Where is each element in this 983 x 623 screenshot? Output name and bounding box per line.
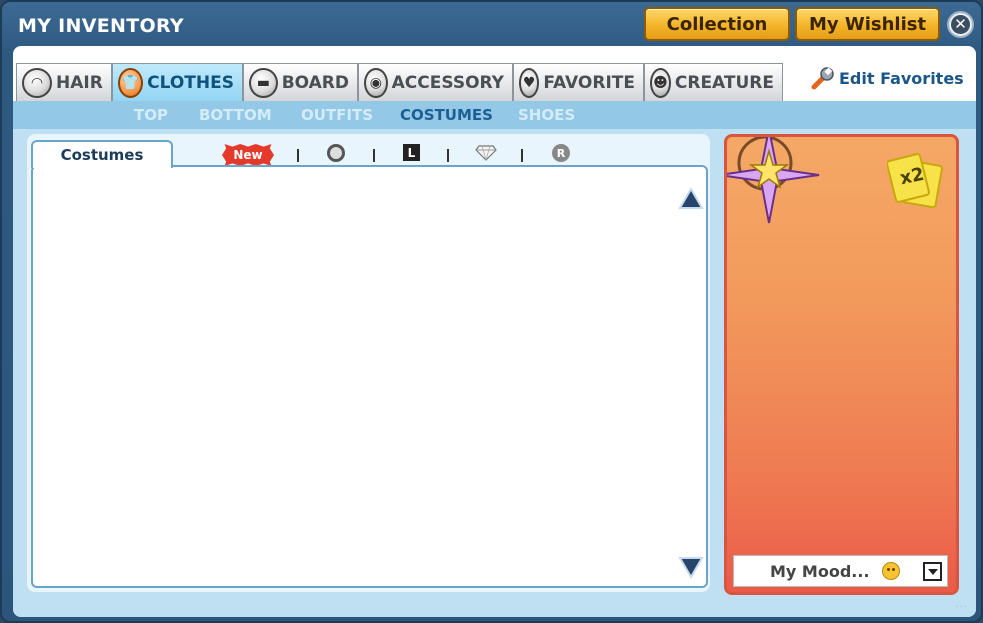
filter-separator	[447, 149, 449, 162]
limited-filter-icon[interactable]: L	[403, 144, 420, 161]
tab-accessory[interactable]: ◉ ACCESSORY	[358, 63, 513, 101]
tab-label: ACCESSORY	[391, 72, 504, 93]
mood-label: My Mood...	[770, 561, 870, 581]
subtab-costumes[interactable]: COSTUMES	[400, 106, 493, 124]
filter-separator	[373, 149, 375, 162]
filter-separator	[297, 149, 299, 162]
mood-selector[interactable]: My Mood...	[733, 555, 948, 587]
hair-icon: ◠	[22, 67, 52, 98]
board-icon: ▬	[249, 67, 278, 98]
goggles-icon: ◉	[364, 67, 388, 98]
shirt-icon: 👕	[118, 67, 144, 98]
diamond-filter-icon[interactable]	[475, 145, 497, 161]
close-icon: ✕	[951, 15, 970, 34]
close-button[interactable]: ✕	[947, 11, 974, 38]
tab-creature[interactable]: ☻ CREATURE	[644, 63, 783, 101]
collection-button[interactable]: Collection	[644, 7, 790, 41]
tab-label: FAVORITE	[543, 72, 635, 93]
rare-filter-icon[interactable]: R	[552, 144, 570, 162]
subtab-bottom[interactable]: BOTTOM	[199, 106, 272, 124]
item-list-panel: Costumes New L R	[27, 134, 710, 592]
subtab-outfits[interactable]: OUTFITS	[301, 106, 373, 124]
heart-icon: ♥	[519, 67, 540, 98]
ring-filter-icon[interactable]	[327, 144, 345, 162]
avatar-preview-panel: x2 My Mood...	[724, 134, 959, 595]
double-xp-card-icon: x2	[886, 151, 947, 211]
resize-grip-icon[interactable]: ···	[955, 602, 968, 613]
tab-label: CREATURE	[674, 72, 774, 93]
subtab-top[interactable]: TOP	[134, 106, 168, 124]
wrench-icon	[811, 67, 834, 90]
smiley-icon	[881, 562, 900, 580]
tab-label: HAIR	[56, 72, 103, 93]
wishlist-button[interactable]: My Wishlist	[795, 7, 940, 41]
scroll-down-arrow-icon[interactable]	[678, 555, 704, 579]
subcategory-bar: TOP BOTTOM OUTFITS COSTUMES SHOES	[13, 101, 976, 129]
edit-favorites-label: Edit Favorites	[839, 68, 964, 88]
window-title: MY INVENTORY	[18, 15, 184, 37]
inventory-window: MY INVENTORY Collection My Wishlist ✕ ◠ …	[0, 0, 983, 623]
subtab-shoes[interactable]: SHOES	[518, 106, 575, 124]
edit-favorites-link[interactable]: Edit Favorites	[811, 66, 964, 90]
creature-icon: ☻	[650, 67, 671, 98]
scroll-up-arrow-icon[interactable]	[678, 187, 704, 211]
compass-star-badge-icon[interactable]	[724, 134, 831, 237]
category-tabs: ◠ HAIR 👕 CLOTHES ▬ BOARD ◉ ACCESSORY ♥ F…	[16, 63, 783, 101]
dropdown-arrow-icon[interactable]	[923, 562, 942, 581]
item-grid	[31, 165, 708, 588]
new-filter-badge[interactable]: New	[222, 144, 274, 166]
costumes-list-tab[interactable]: Costumes	[31, 140, 173, 168]
filter-separator	[521, 149, 523, 162]
tab-label: BOARD	[281, 72, 349, 93]
tab-clothes[interactable]: 👕 CLOTHES	[112, 63, 243, 101]
tab-label: CLOTHES	[147, 72, 234, 93]
tab-favorite[interactable]: ♥ FAVORITE	[513, 63, 644, 101]
tab-board[interactable]: ▬ BOARD	[243, 63, 358, 101]
inventory-content: ◠ HAIR 👕 CLOTHES ▬ BOARD ◉ ACCESSORY ♥ F…	[13, 46, 976, 617]
tab-hair[interactable]: ◠ HAIR	[16, 63, 112, 101]
